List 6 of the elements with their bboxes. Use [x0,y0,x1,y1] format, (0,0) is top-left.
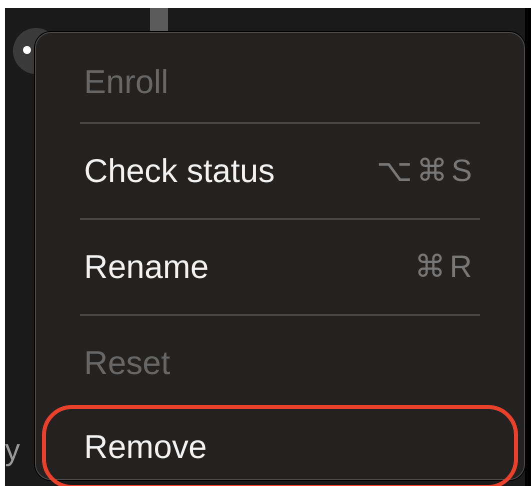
menu-item[interactable]: Remove [42,405,518,486]
background-text: y [5,436,20,466]
shortcut-label: ⌥⌘S [376,152,476,190]
menu-item[interactable]: Check status ⌥⌘S [42,129,518,213]
menu-item[interactable]: Rename ⌘R [42,225,518,309]
shortcut-label: ⌘R [414,248,476,286]
